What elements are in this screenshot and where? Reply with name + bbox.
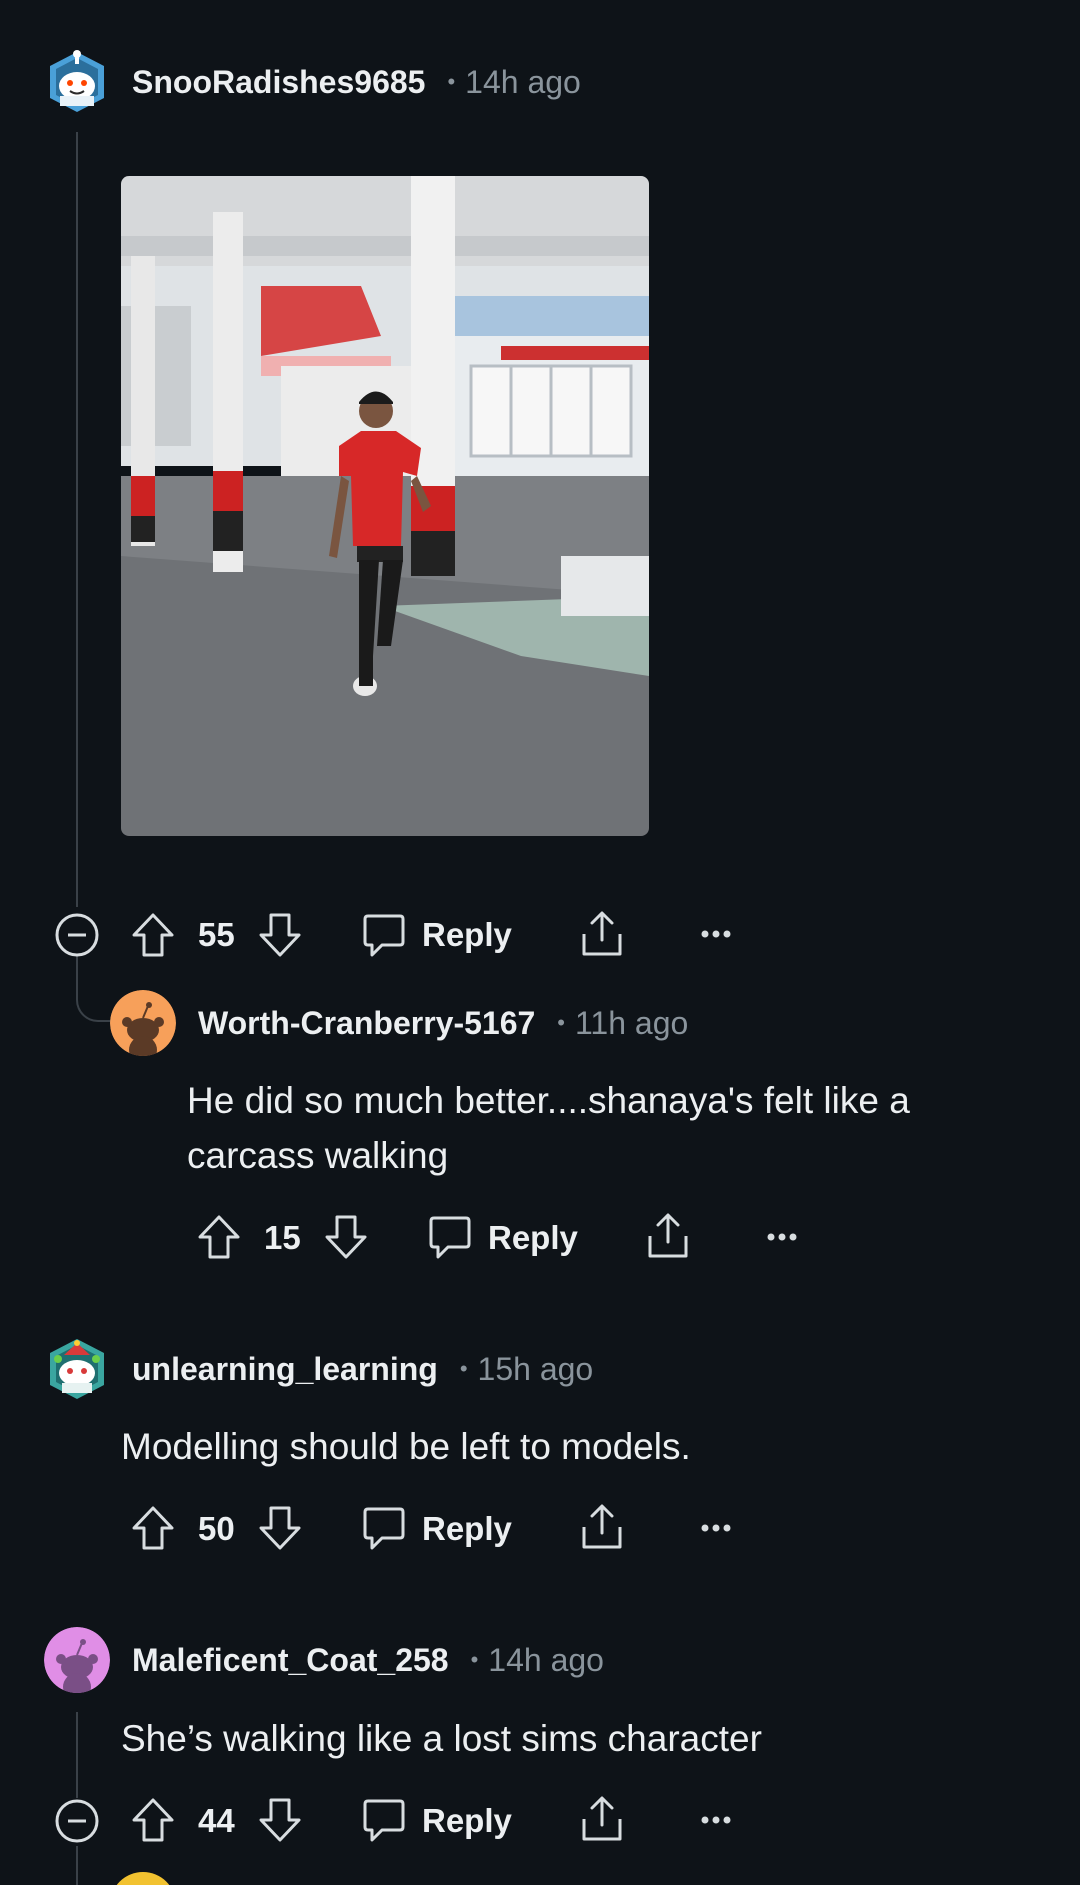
vote-count: 55 xyxy=(198,916,235,953)
user-avatar[interactable] xyxy=(110,990,176,1056)
downvote-icon[interactable] xyxy=(324,1214,368,1260)
timestamp: 11h ago xyxy=(574,1004,689,1041)
username[interactable]: unlearning_learning xyxy=(132,1351,438,1388)
timestamp: 15h ago xyxy=(477,1350,594,1387)
downvote-icon[interactable] xyxy=(258,1505,302,1551)
snoo-robot-avatar-icon xyxy=(50,50,104,112)
thread-line[interactable] xyxy=(76,1712,78,1798)
snoo-festive-avatar-icon xyxy=(50,1339,104,1399)
share-icon[interactable] xyxy=(580,1503,624,1551)
comment-body: She’s walking like a lost sims character xyxy=(121,1718,762,1759)
upvote-icon[interactable] xyxy=(131,1505,175,1551)
reply-icon[interactable] xyxy=(362,1797,406,1843)
comment-body: Modelling should be left to models. xyxy=(121,1426,691,1467)
share-icon[interactable] xyxy=(580,910,624,958)
separator-dot: • xyxy=(447,69,456,94)
vote-count: 15 xyxy=(264,1219,301,1256)
vote-count: 50 xyxy=(198,1510,235,1547)
thread-line[interactable] xyxy=(76,132,78,907)
share-icon[interactable] xyxy=(646,1212,690,1260)
reply-icon[interactable] xyxy=(362,1505,406,1551)
username[interactable]: Worth-Cranberry-5167 xyxy=(198,1005,535,1042)
snoo-purple-avatar-icon xyxy=(44,1627,110,1693)
user-avatar[interactable] xyxy=(44,1335,110,1401)
upvote-icon[interactable] xyxy=(131,1797,175,1843)
reply-button[interactable]: Reply xyxy=(422,913,512,957)
more-options-icon[interactable] xyxy=(766,1229,798,1245)
separator-dot: • xyxy=(459,1356,468,1381)
reply-thread-elbow xyxy=(76,955,112,1022)
reply-icon[interactable] xyxy=(428,1214,472,1260)
comment-body-line: He did so much better....shanaya's felt … xyxy=(187,1080,910,1121)
reply-button[interactable]: Reply xyxy=(422,1507,512,1551)
upvote-icon[interactable] xyxy=(131,912,175,958)
thread-line[interactable] xyxy=(76,1846,78,1885)
user-avatar[interactable] xyxy=(44,1627,110,1693)
collapse-thread-icon[interactable] xyxy=(55,1799,99,1843)
snoo-orange-avatar-icon xyxy=(110,990,176,1056)
separator-dot: • xyxy=(470,1647,479,1672)
username[interactable]: SnooRadishes9685 xyxy=(132,64,425,101)
comment-meta: unlearning_learning • 15h ago xyxy=(132,1344,593,1394)
comment-body-line: carcass walking xyxy=(187,1135,449,1176)
comment-image[interactable] xyxy=(121,176,649,836)
user-avatar[interactable] xyxy=(110,1872,176,1885)
reply-icon[interactable] xyxy=(362,912,406,958)
comment-body: He did so much better....shanaya's felt … xyxy=(187,1073,1047,1183)
more-options-icon[interactable] xyxy=(700,1812,732,1828)
separator-dot: • xyxy=(557,1010,565,1035)
downvote-icon[interactable] xyxy=(258,912,302,958)
username[interactable]: Maleficent_Coat_258 xyxy=(132,1642,449,1679)
gif-image xyxy=(121,176,649,836)
comment-meta: SnooRadishes9685 • 14h ago xyxy=(132,57,581,107)
user-avatar[interactable] xyxy=(44,48,110,114)
comment-thread: SnooRadishes9685 • 14h ago 55 Reply Wort… xyxy=(0,0,1080,1885)
more-options-icon[interactable] xyxy=(700,926,732,942)
reply-button[interactable]: Reply xyxy=(422,1799,512,1843)
share-icon[interactable] xyxy=(580,1795,624,1843)
comment-meta: Worth-Cranberry-5167 • 11h ago xyxy=(198,998,688,1048)
timestamp: 14h ago xyxy=(465,63,581,100)
upvote-icon[interactable] xyxy=(197,1214,241,1260)
downvote-icon[interactable] xyxy=(258,1797,302,1843)
timestamp: 14h ago xyxy=(488,1641,604,1678)
comment-meta: Maleficent_Coat_258 • 14h ago xyxy=(132,1635,604,1685)
vote-count: 44 xyxy=(198,1802,235,1839)
more-options-icon[interactable] xyxy=(700,1520,732,1536)
reply-button[interactable]: Reply xyxy=(488,1216,578,1260)
collapse-thread-icon[interactable] xyxy=(55,913,99,957)
